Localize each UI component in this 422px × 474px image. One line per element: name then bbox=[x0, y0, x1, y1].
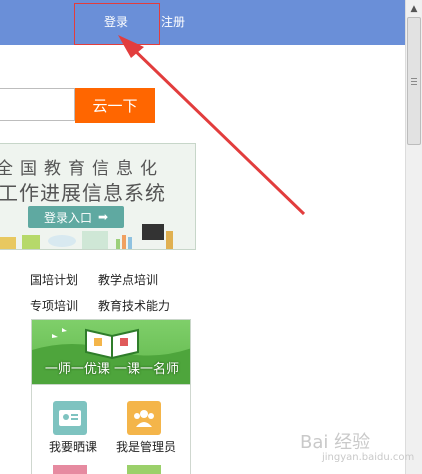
annotation-arrow-icon bbox=[118, 35, 306, 216]
scroll-grip bbox=[411, 78, 417, 79]
scroll-thumb[interactable] bbox=[407, 17, 421, 145]
scroll-grip bbox=[411, 81, 417, 82]
scroll-up-arrow-icon[interactable]: ▲ bbox=[406, 0, 422, 17]
scroll-grip bbox=[411, 84, 417, 85]
vertical-scrollbar[interactable]: ▲ bbox=[405, 0, 422, 474]
